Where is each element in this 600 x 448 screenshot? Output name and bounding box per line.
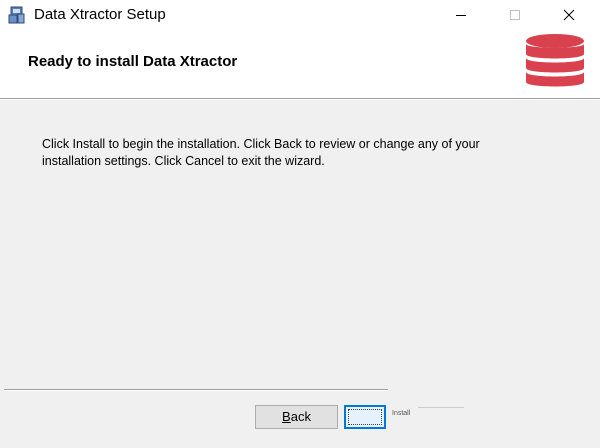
close-icon bbox=[563, 9, 575, 21]
window-title: Data Xtractor Setup bbox=[34, 6, 166, 23]
minimize-icon bbox=[456, 15, 466, 16]
back-accelerator: B bbox=[282, 409, 291, 424]
install-button[interactable] bbox=[344, 405, 386, 429]
database-icon bbox=[523, 32, 587, 96]
setup-window: Data Xtractor Setup Ready to install Dat… bbox=[0, 0, 600, 448]
installer-icon bbox=[8, 6, 26, 24]
page-title: Ready to install Data Xtractor bbox=[28, 53, 238, 70]
maximize-button[interactable] bbox=[492, 0, 538, 30]
title-bar: Data Xtractor Setup bbox=[0, 0, 600, 30]
header-banner: Ready to install Data Xtractor bbox=[0, 30, 600, 98]
minimize-button[interactable] bbox=[438, 0, 484, 30]
focus-rectangle bbox=[348, 409, 382, 425]
close-button[interactable] bbox=[546, 0, 592, 30]
back-button[interactable]: Back bbox=[255, 405, 338, 429]
maximize-icon bbox=[510, 10, 520, 20]
instruction-text: Click Install to begin the installation.… bbox=[42, 137, 480, 168]
back-label: ack bbox=[290, 409, 311, 424]
install-label: Install bbox=[392, 410, 411, 417]
